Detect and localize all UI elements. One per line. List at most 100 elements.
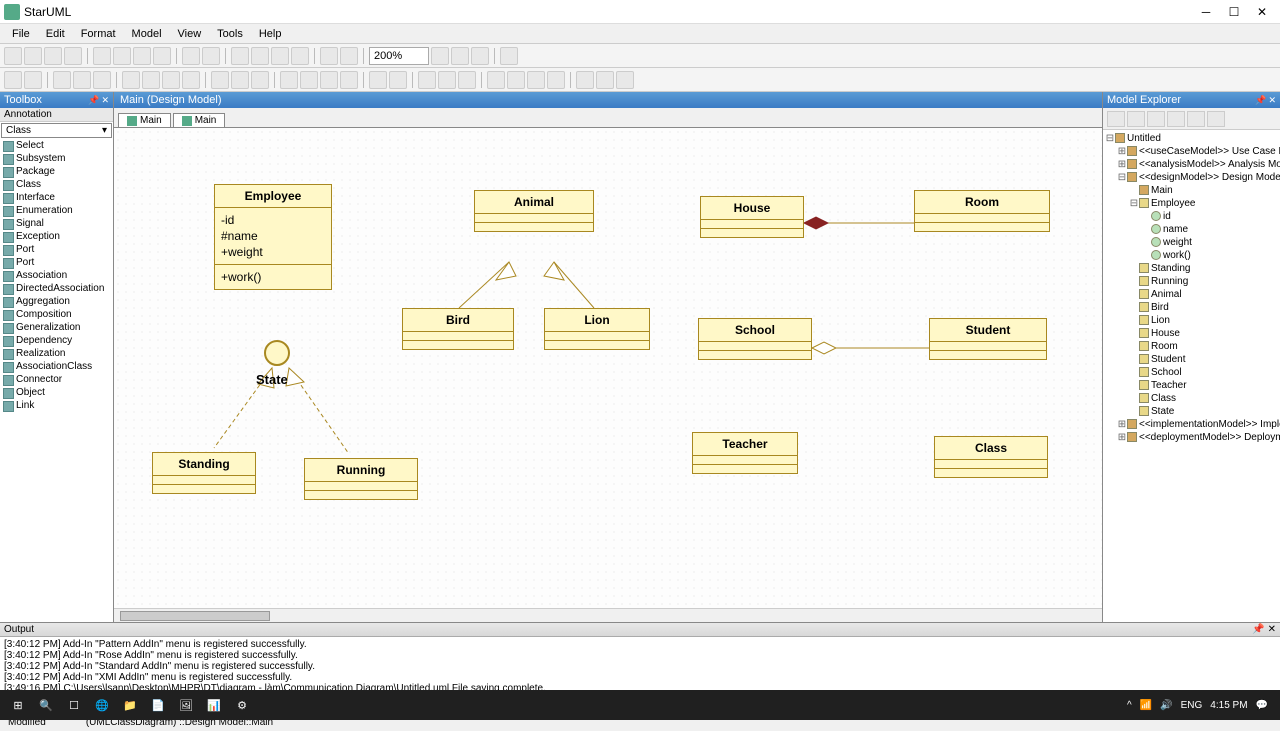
tool-composition[interactable]: Composition	[0, 308, 113, 321]
tree-employee[interactable]: ⊟Employee	[1105, 197, 1278, 210]
menu-view[interactable]: View	[170, 26, 210, 42]
format-btn-6[interactable]	[231, 71, 249, 89]
menu-format[interactable]: Format	[73, 26, 124, 42]
format-btn-11[interactable]	[340, 71, 358, 89]
tree-op-work[interactable]: work()	[1105, 249, 1278, 262]
output-body[interactable]: [3:40:12 PM] Add-In "Pattern AddIn" menu…	[0, 637, 1280, 695]
format-btn-15[interactable]	[438, 71, 456, 89]
class-teacher[interactable]: Teacher	[692, 432, 798, 474]
format-btn-20[interactable]	[547, 71, 565, 89]
explorer-pin-icon[interactable]: 📌	[1255, 95, 1266, 106]
tray-network-icon[interactable]: 📶	[1140, 700, 1152, 711]
search-icon[interactable]: 🔍	[32, 691, 60, 719]
tool-button-5[interactable]	[340, 47, 358, 65]
tree-main[interactable]: Main	[1105, 184, 1278, 197]
explorer-btn-5[interactable]	[1187, 111, 1205, 127]
tree-house[interactable]: House	[1105, 327, 1278, 340]
class-school[interactable]: School	[698, 318, 812, 360]
class-animal[interactable]: Animal	[474, 190, 594, 232]
tree-analysis-model[interactable]: ⊞<<analysisModel>> Analysis Model	[1105, 158, 1278, 171]
class-employee[interactable]: Employee -id #name +weight +work()	[214, 184, 332, 290]
tool-object[interactable]: Object	[0, 386, 113, 399]
format-btn-16[interactable]	[458, 71, 476, 89]
tree-running[interactable]: Running	[1105, 275, 1278, 288]
canvas-tab-main-1[interactable]: Main	[118, 113, 171, 127]
explorer-close-icon[interactable]: ✕	[1268, 95, 1276, 106]
taskbar-app-4[interactable]: 🖼	[172, 691, 200, 719]
tree-attr-id[interactable]: id	[1105, 210, 1278, 223]
tree-root[interactable]: ⊟Untitled	[1105, 132, 1278, 145]
tool-exception[interactable]: Exception	[0, 230, 113, 243]
tree-school[interactable]: School	[1105, 366, 1278, 379]
tree-animal[interactable]: Animal	[1105, 288, 1278, 301]
diagram-canvas[interactable]: Employee -id #name +weight +work() Anima…	[114, 128, 1102, 608]
taskview-icon[interactable]: ☐	[60, 691, 88, 719]
tool-enumeration[interactable]: Enumeration	[0, 204, 113, 217]
tool-directedassociation[interactable]: DirectedAssociation	[0, 282, 113, 295]
tool-associationclass[interactable]: AssociationClass	[0, 360, 113, 373]
tool-button-6[interactable]	[500, 47, 518, 65]
canvas-tab-main-2[interactable]: Main	[173, 113, 226, 127]
class-running[interactable]: Running	[304, 458, 418, 500]
copy-button[interactable]	[113, 47, 131, 65]
menu-model[interactable]: Model	[124, 26, 170, 42]
tree-lion[interactable]: Lion	[1105, 314, 1278, 327]
taskbar-app-3[interactable]: 📄	[144, 691, 172, 719]
new-button[interactable]	[4, 47, 22, 65]
explorer-btn-2[interactable]	[1127, 111, 1145, 127]
tool-button[interactable]	[251, 47, 269, 65]
font-button[interactable]	[4, 71, 22, 89]
cut-button[interactable]	[93, 47, 111, 65]
explorer-btn-6[interactable]	[1207, 111, 1225, 127]
tool-port[interactable]: Port	[0, 243, 113, 256]
toolbox-category-dropdown[interactable]: Class▾	[1, 123, 112, 138]
align-center-button[interactable]	[73, 71, 91, 89]
tool-dependency[interactable]: Dependency	[0, 334, 113, 347]
redo-button[interactable]	[202, 47, 220, 65]
tree-standing[interactable]: Standing	[1105, 262, 1278, 275]
tree-attr-weight[interactable]: weight	[1105, 236, 1278, 249]
tree-student[interactable]: Student	[1105, 353, 1278, 366]
format-btn-13[interactable]	[389, 71, 407, 89]
class-lion[interactable]: Lion	[544, 308, 650, 350]
zoom-input[interactable]	[369, 47, 429, 65]
class-standing[interactable]: Standing	[152, 452, 256, 494]
tree-state[interactable]: State	[1105, 405, 1278, 418]
format-btn-22[interactable]	[596, 71, 614, 89]
open-button[interactable]	[24, 47, 42, 65]
taskbar-app-1[interactable]: 🌐	[88, 691, 116, 719]
menu-edit[interactable]: Edit	[38, 26, 73, 42]
format-btn-14[interactable]	[418, 71, 436, 89]
menu-tools[interactable]: Tools	[209, 26, 251, 42]
format-btn-10[interactable]	[320, 71, 338, 89]
format-btn-21[interactable]	[576, 71, 594, 89]
format-btn-23[interactable]	[616, 71, 634, 89]
tool-connector[interactable]: Connector	[0, 373, 113, 386]
paste-button[interactable]	[133, 47, 151, 65]
tray-lang[interactable]: ENG	[1181, 700, 1203, 711]
explorer-btn-3[interactable]	[1147, 111, 1165, 127]
tree-room[interactable]: Room	[1105, 340, 1278, 353]
toolbox-section-annotation[interactable]: Annotation	[0, 108, 113, 122]
tool-subsystem[interactable]: Subsystem	[0, 152, 113, 165]
tool-link[interactable]: Link	[0, 399, 113, 412]
tree-bird[interactable]: Bird	[1105, 301, 1278, 314]
zoom-fit-button[interactable]	[471, 47, 489, 65]
format-btn-2[interactable]	[142, 71, 160, 89]
format-btn-19[interactable]	[527, 71, 545, 89]
minimize-button[interactable]: ─	[1192, 2, 1220, 22]
start-button[interactable]: ⊞	[4, 691, 32, 719]
delete-button[interactable]	[153, 47, 171, 65]
format-btn-9[interactable]	[300, 71, 318, 89]
tool-package[interactable]: Package	[0, 165, 113, 178]
format-btn-5[interactable]	[211, 71, 229, 89]
format-btn-18[interactable]	[507, 71, 525, 89]
tree-usecase-model[interactable]: ⊞<<useCaseModel>> Use Case Model	[1105, 145, 1278, 158]
tool-generalization[interactable]: Generalization	[0, 321, 113, 334]
format-btn-8[interactable]	[280, 71, 298, 89]
output-pin-icon[interactable]: 📌	[1252, 624, 1264, 635]
taskbar-app-5[interactable]: 📊	[200, 691, 228, 719]
tool-association[interactable]: Association	[0, 269, 113, 282]
class-house[interactable]: House	[700, 196, 804, 238]
class-class[interactable]: Class	[934, 436, 1048, 478]
